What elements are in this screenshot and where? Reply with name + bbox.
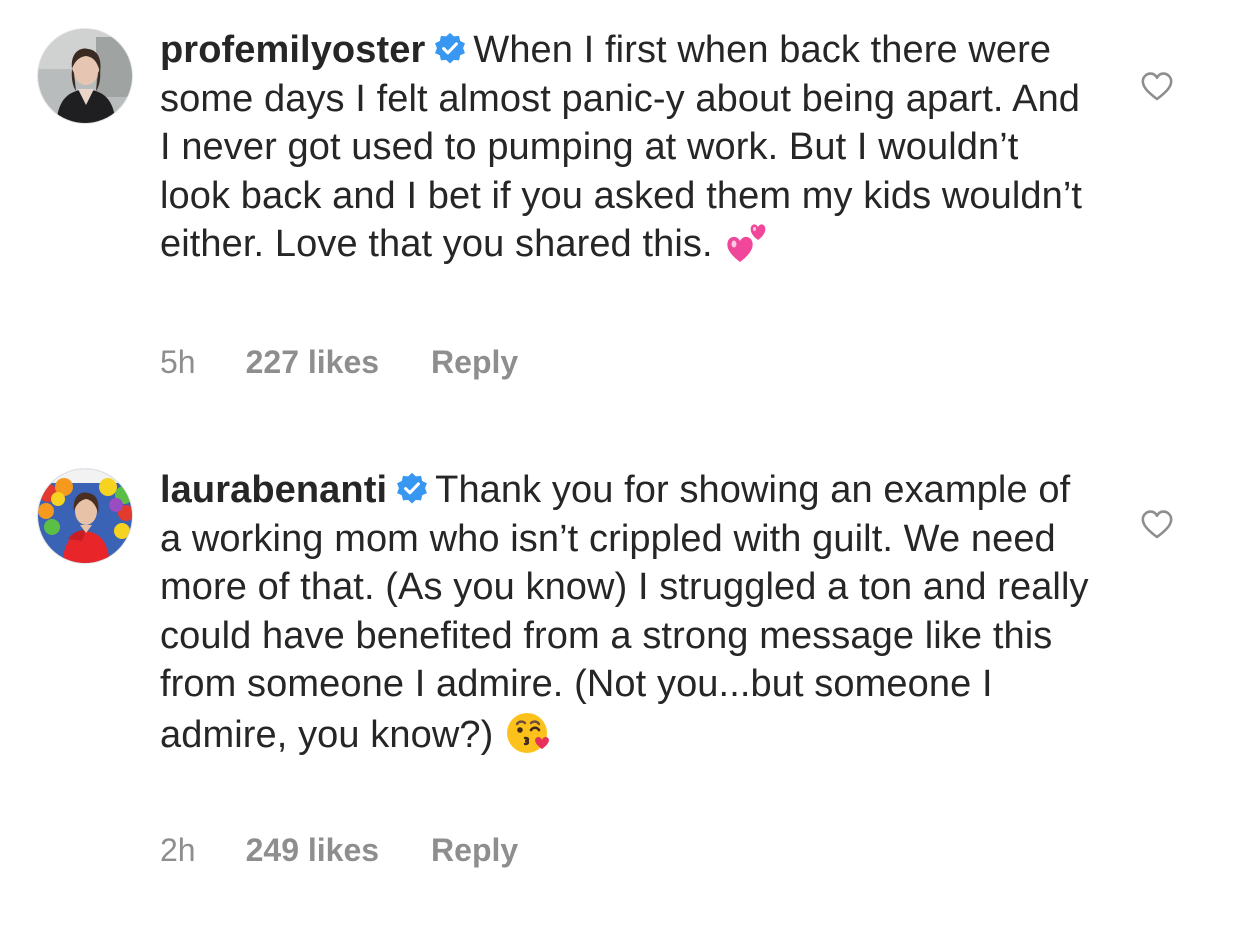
avatar[interactable]	[37, 468, 133, 564]
comment-username[interactable]: laurabenanti	[160, 469, 387, 511]
verified-badge-icon	[397, 472, 428, 504]
comment-body: profemilyoster When I first when back the…	[160, 26, 1090, 269]
heart-outline-icon[interactable]	[1140, 70, 1174, 104]
avatar-image	[38, 469, 132, 563]
comment-likes-count[interactable]: 249 likes	[246, 832, 379, 869]
comment-text: Thank you for showing an example of a wo…	[160, 469, 1089, 756]
two-hearts-emoji	[726, 224, 765, 262]
verified-badge-icon	[435, 32, 466, 64]
reply-button[interactable]: Reply	[431, 832, 518, 869]
comment-timestamp[interactable]: 5h	[160, 344, 196, 381]
comments-list: profemilyoster When I first when back the…	[0, 0, 1242, 933]
comment-username[interactable]: profemilyoster	[160, 29, 425, 71]
comment-meta: 5h 227 likes Reply	[160, 344, 518, 381]
comment-text-block: laurabenanti Thank you for showing an exa…	[160, 466, 1090, 759]
comment-meta: 2h 249 likes Reply	[160, 832, 518, 869]
avatar-image	[38, 29, 132, 123]
comment-timestamp[interactable]: 2h	[160, 832, 196, 869]
heart-outline-icon[interactable]	[1140, 508, 1174, 542]
face-blowing-kiss-emoji	[507, 712, 550, 753]
reply-button[interactable]: Reply	[431, 344, 518, 381]
comment-body: laurabenanti Thank you for showing an exa…	[160, 466, 1090, 759]
avatar[interactable]	[37, 28, 133, 124]
comment-text-block: profemilyoster When I first when back the…	[160, 26, 1090, 269]
comment-likes-count[interactable]: 227 likes	[246, 344, 379, 381]
